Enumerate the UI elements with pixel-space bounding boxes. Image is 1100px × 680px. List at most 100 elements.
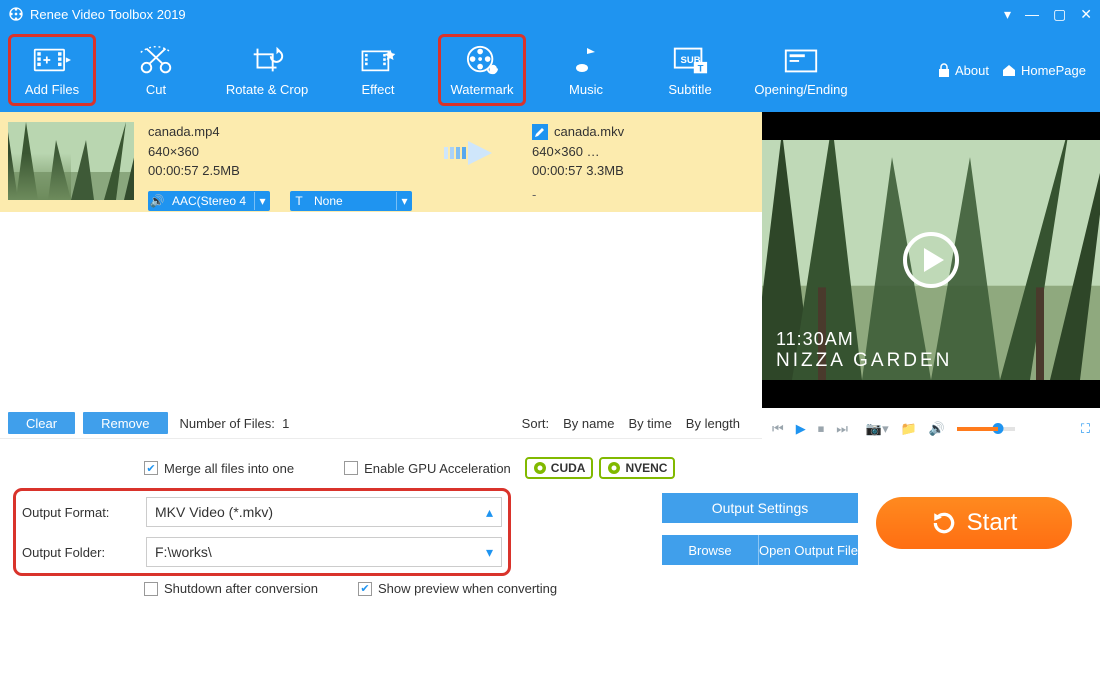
cut-label: Cut xyxy=(146,82,166,97)
add-files-button[interactable]: Add Files xyxy=(0,32,104,108)
output-settings-panel: ✔Merge all files into one Enable GPU Acc… xyxy=(0,438,1100,604)
close-icon[interactable]: ✕ xyxy=(1080,6,1092,23)
file-row[interactable]: canada.mp4 640×360 00:00:57 2.5MB 🔊 AAC(… xyxy=(0,112,762,212)
merge-checkbox[interactable]: ✔Merge all files into one xyxy=(144,461,294,476)
nvidia-eye-icon xyxy=(533,461,547,475)
rotate-crop-button[interactable]: Rotate & Crop xyxy=(208,32,326,108)
music-note-icon xyxy=(567,44,605,76)
chevron-down-icon[interactable]: ▾ xyxy=(396,192,412,210)
filmstrip-plus-icon xyxy=(33,44,71,76)
prev-icon[interactable]: ⏮ xyxy=(772,421,784,437)
play-icon[interactable]: ▶ xyxy=(796,421,806,437)
preview-overlay-caption: NIZZA GARDEN xyxy=(776,350,952,372)
refresh-icon xyxy=(931,510,957,536)
preview-frame[interactable]: 11:30AM NIZZA GARDEN xyxy=(762,112,1100,408)
output-format-label: Output Format: xyxy=(22,505,134,520)
output-settings-button[interactable]: Output Settings xyxy=(662,493,858,523)
app-title: Renee Video Toolbox 2019 xyxy=(30,7,186,22)
lock-icon xyxy=(937,63,951,77)
opening-ending-label: Opening/Ending xyxy=(754,82,847,97)
output-file-meta: canada.mkv 640×360 … 00:00:57 3.3MB - xyxy=(532,122,624,204)
file-list: canada.mp4 640×360 00:00:57 2.5MB 🔊 AAC(… xyxy=(0,112,762,450)
browse-button[interactable]: Browse xyxy=(662,535,758,565)
shutdown-checkbox[interactable]: Shutdown after conversion xyxy=(144,581,318,596)
svg-text:T: T xyxy=(698,63,704,74)
effect-icon xyxy=(359,44,397,76)
text-icon: T xyxy=(290,192,308,210)
cut-button[interactable]: Cut xyxy=(104,32,208,108)
input-duration-size: 00:00:57 2.5MB xyxy=(148,161,412,181)
output-folder-label: Output Folder: xyxy=(22,545,134,560)
title-card-icon xyxy=(782,44,820,76)
sort-label: Sort: xyxy=(522,416,549,431)
volume-icon[interactable]: 🔊 xyxy=(929,421,945,437)
open-output-folder-button[interactable]: Open Output File xyxy=(758,535,858,565)
next-icon[interactable]: ⏭ xyxy=(836,421,848,437)
speaker-icon: 🔊 xyxy=(148,192,166,210)
input-filename: canada.mp4 xyxy=(148,122,412,142)
chevron-down-icon[interactable]: ▾ xyxy=(254,192,270,210)
watermark-label: Watermark xyxy=(450,82,513,97)
output-resolution: 640×360 … xyxy=(532,142,624,162)
nvenc-badge: NVENC xyxy=(599,457,675,479)
sort-by-length[interactable]: By length xyxy=(686,416,740,431)
output-folder-combo[interactable]: F:\works\ ▾ xyxy=(146,537,502,567)
rotate-crop-label: Rotate & Crop xyxy=(226,82,308,97)
about-link[interactable]: About xyxy=(937,63,989,78)
volume-slider[interactable] xyxy=(957,427,1015,431)
subtitle-icon: SUB T xyxy=(671,44,709,76)
more-icon[interactable]: ▾ xyxy=(1004,6,1011,23)
film-reel-icon xyxy=(463,44,501,76)
sort-by-time[interactable]: By time xyxy=(628,416,671,431)
sort-by-name[interactable]: By name xyxy=(563,416,614,431)
start-button[interactable]: Start xyxy=(876,497,1072,549)
maximize-icon[interactable]: ▢ xyxy=(1053,6,1066,23)
output-filename: canada.mkv xyxy=(554,122,624,142)
add-files-label: Add Files xyxy=(25,82,79,97)
remove-button[interactable]: Remove xyxy=(83,412,167,434)
app-logo-icon xyxy=(8,6,24,22)
preview-controls: ⏮ ▶ ⏹ ⏭ 📷▾ 📁 🔊 ⛶ xyxy=(762,408,1100,450)
gpu-accel-checkbox[interactable]: Enable GPU Acceleration xyxy=(344,461,511,476)
chevron-down-icon: ▾ xyxy=(486,544,493,561)
play-overlay-icon[interactable] xyxy=(903,232,959,288)
home-icon xyxy=(1001,63,1017,77)
opening-ending-button[interactable]: Opening/Ending xyxy=(742,32,860,108)
watermark-button[interactable]: Watermark xyxy=(430,32,534,108)
effect-button[interactable]: Effect xyxy=(326,32,430,108)
conversion-arrow-icon xyxy=(412,128,532,178)
list-action-bar: Clear Remove Number of Files: 1 Sort: By… xyxy=(0,408,760,438)
input-resolution: 640×360 xyxy=(148,142,412,162)
audio-codec-chip[interactable]: 🔊 AAC(Stereo 4 ▾ xyxy=(148,191,270,211)
homepage-link[interactable]: HomePage xyxy=(1001,63,1086,78)
stop-icon[interactable]: ⏹ xyxy=(818,421,825,437)
file-count-label: Number of Files: 1 xyxy=(180,416,290,431)
edit-icon[interactable] xyxy=(532,124,548,140)
subtitle-button[interactable]: SUB T Subtitle xyxy=(638,32,742,108)
music-button[interactable]: Music xyxy=(534,32,638,108)
output-track-dash: - xyxy=(532,185,536,205)
subtitle-label: Subtitle xyxy=(668,82,711,97)
show-preview-checkbox[interactable]: ✔Show preview when converting xyxy=(358,581,557,596)
snapshot-icon[interactable]: 📷▾ xyxy=(866,421,889,437)
preview-panel: 11:30AM NIZZA GARDEN ⏮ ▶ ⏹ ⏭ 📷▾ 📁 🔊 ⛶ xyxy=(762,112,1100,450)
nvidia-eye-icon xyxy=(607,461,621,475)
cuda-badge: CUDA xyxy=(525,457,594,479)
output-format-combo[interactable]: MKV Video (*.mkv) ▴ xyxy=(146,497,502,527)
music-label: Music xyxy=(569,82,603,97)
file-thumbnail xyxy=(8,122,134,200)
title-bar: Renee Video Toolbox 2019 ▾ — ▢ ✕ xyxy=(0,0,1100,28)
chevron-up-icon: ▴ xyxy=(486,504,493,521)
crop-rotate-icon xyxy=(248,44,286,76)
minimize-icon[interactable]: — xyxy=(1025,6,1039,22)
preview-overlay-time: 11:30AM xyxy=(776,329,952,350)
main-toolbar: Add Files Cut Rotate & Crop Effect xyxy=(0,28,1100,112)
open-folder-icon[interactable]: 📁 xyxy=(901,421,917,437)
fullscreen-icon[interactable]: ⛶ xyxy=(1081,421,1090,437)
input-file-meta: canada.mp4 640×360 00:00:57 2.5MB 🔊 AAC(… xyxy=(134,122,412,211)
scissors-icon xyxy=(137,44,175,76)
clear-button[interactable]: Clear xyxy=(8,412,75,434)
output-duration-size: 00:00:57 3.3MB xyxy=(532,161,624,181)
subtitle-track-chip[interactable]: T None ▾ xyxy=(290,191,412,211)
effect-label: Effect xyxy=(361,82,394,97)
